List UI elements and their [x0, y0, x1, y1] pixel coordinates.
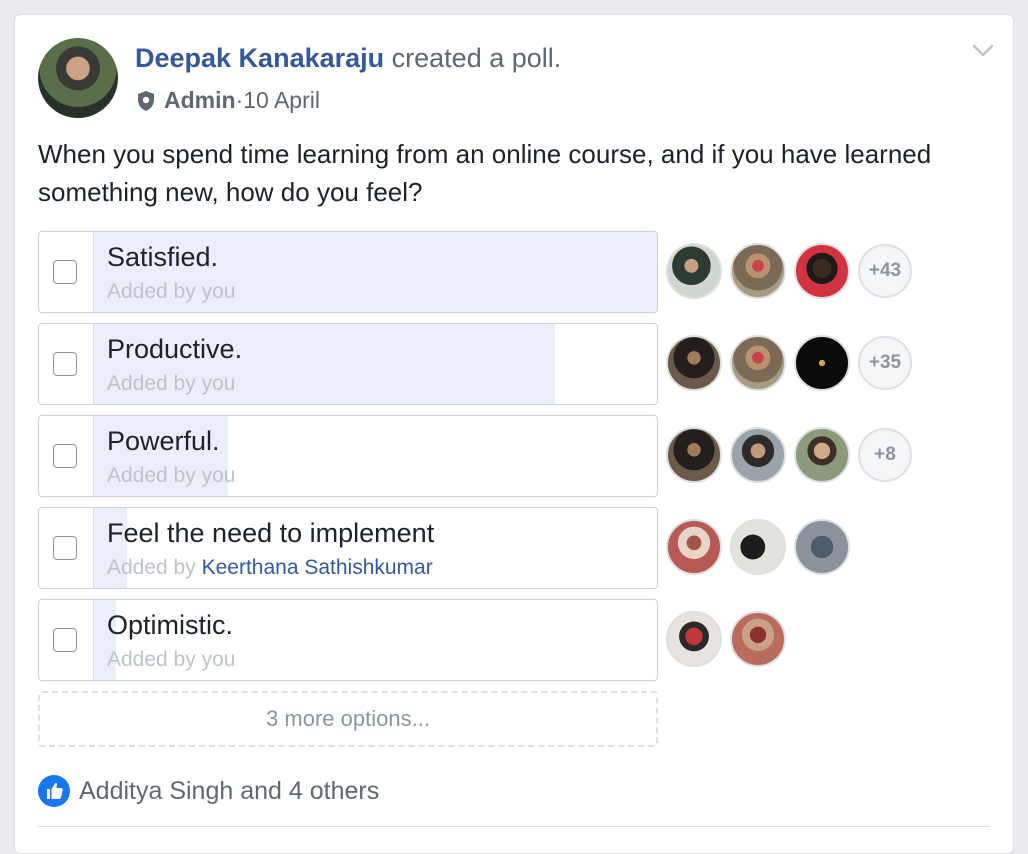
- added-by-name: you: [201, 280, 236, 303]
- poll-option[interactable]: Productive. Added by you: [38, 323, 658, 405]
- poll-option-checkbox-area: [39, 324, 94, 404]
- poll-option[interactable]: Powerful. Added by you: [38, 415, 658, 497]
- voter-avatar[interactable]: [794, 243, 850, 299]
- more-voters-count[interactable]: +8: [858, 428, 912, 482]
- voter-avatar[interactable]: [666, 335, 722, 391]
- added-by-name: you: [201, 372, 236, 395]
- poll-option-label: Powerful.: [107, 426, 220, 456]
- poll-option-checkbox[interactable]: [53, 444, 77, 468]
- poll-option-label: Feel the need to implement: [107, 518, 435, 548]
- voter-avatar[interactable]: [794, 427, 850, 483]
- voter-avatar[interactable]: [666, 243, 722, 299]
- poll-option[interactable]: Satisfied. Added by you: [38, 231, 658, 313]
- more-voters-count[interactable]: +43: [858, 244, 912, 298]
- poll-option-label: Satisfied.: [107, 242, 219, 272]
- poll-option-checkbox-area: [39, 232, 94, 312]
- poll-option-added-by: Added by you: [107, 464, 235, 488]
- poll-option-checkbox[interactable]: [53, 628, 77, 652]
- poll-option-added-by: Added by you: [107, 372, 235, 396]
- admin-shield-icon: [138, 90, 154, 111]
- poll-option-label: Productive.: [107, 334, 243, 364]
- added-by-name-link[interactable]: Keerthana Sathishkumar: [202, 556, 433, 579]
- poll-post-card: Deepak Kanakaraju created a poll. Admin …: [14, 14, 1014, 854]
- reactions-text: Additya Singh and 4 others: [79, 776, 380, 805]
- post-meta: Admin · 10 April: [136, 87, 320, 114]
- poll-option-checkbox-area: [39, 600, 94, 680]
- voter-avatar[interactable]: [730, 427, 786, 483]
- poll-option-checkbox-area: [39, 416, 94, 496]
- voter-avatar[interactable]: [666, 519, 722, 575]
- voter-avatar[interactable]: [666, 427, 722, 483]
- more-voters-count[interactable]: +35: [858, 336, 912, 390]
- added-by-prefix: Added by: [107, 372, 196, 395]
- poll-option-checkbox[interactable]: [53, 536, 77, 560]
- voter-avatar[interactable]: [730, 519, 786, 575]
- chevron-down-icon[interactable]: [971, 43, 995, 59]
- poll-option-voters: [666, 611, 794, 667]
- divider: [38, 826, 990, 827]
- meta-separator: ·: [235, 87, 244, 113]
- voter-avatar[interactable]: [730, 611, 786, 667]
- added-by-prefix: Added by: [107, 556, 196, 579]
- voter-avatar[interactable]: [730, 243, 786, 299]
- reactions-summary[interactable]: Additya Singh and 4 others: [38, 775, 379, 807]
- poll-option-label: Optimistic.: [107, 610, 234, 640]
- poll-option[interactable]: Optimistic. Added by you: [38, 599, 658, 681]
- post-date-link[interactable]: 10 April: [243, 87, 320, 114]
- post-action-text: created a poll.: [391, 43, 562, 73]
- post-header: Deepak Kanakaraju created a poll.: [135, 43, 561, 74]
- voter-avatar[interactable]: [794, 335, 850, 391]
- added-by-prefix: Added by: [107, 280, 196, 303]
- poll-option-added-by: Added by you: [107, 648, 235, 672]
- added-by-name: you: [201, 464, 236, 487]
- poll-option-voters: +8: [666, 427, 912, 483]
- poll-option[interactable]: Feel the need to implement Added by Keer…: [38, 507, 658, 589]
- like-thumbs-up-icon: [38, 775, 70, 807]
- poll-option-voters: +43: [666, 243, 912, 299]
- author-name-link[interactable]: Deepak Kanakaraju: [135, 43, 384, 73]
- voter-avatar[interactable]: [666, 611, 722, 667]
- poll-option-checkbox[interactable]: [53, 352, 77, 376]
- added-by-name: you: [201, 648, 236, 671]
- author-avatar[interactable]: [38, 38, 118, 118]
- poll-option-voters: +35: [666, 335, 912, 391]
- poll-option-checkbox-area: [39, 508, 94, 588]
- more-options-button[interactable]: 3 more options...: [38, 691, 658, 747]
- voter-avatar[interactable]: [730, 335, 786, 391]
- poll-option-added-by: Added by Keerthana Sathishkumar: [107, 556, 433, 580]
- poll-option-checkbox[interactable]: [53, 260, 77, 284]
- admin-badge-label: Admin: [164, 87, 236, 113]
- added-by-prefix: Added by: [107, 648, 196, 671]
- voter-avatar[interactable]: [794, 519, 850, 575]
- added-by-prefix: Added by: [107, 464, 196, 487]
- poll-option-voters: [666, 519, 858, 575]
- poll-option-added-by: Added by you: [107, 280, 235, 304]
- poll-question: When you spend time learning from an onl…: [38, 139, 932, 207]
